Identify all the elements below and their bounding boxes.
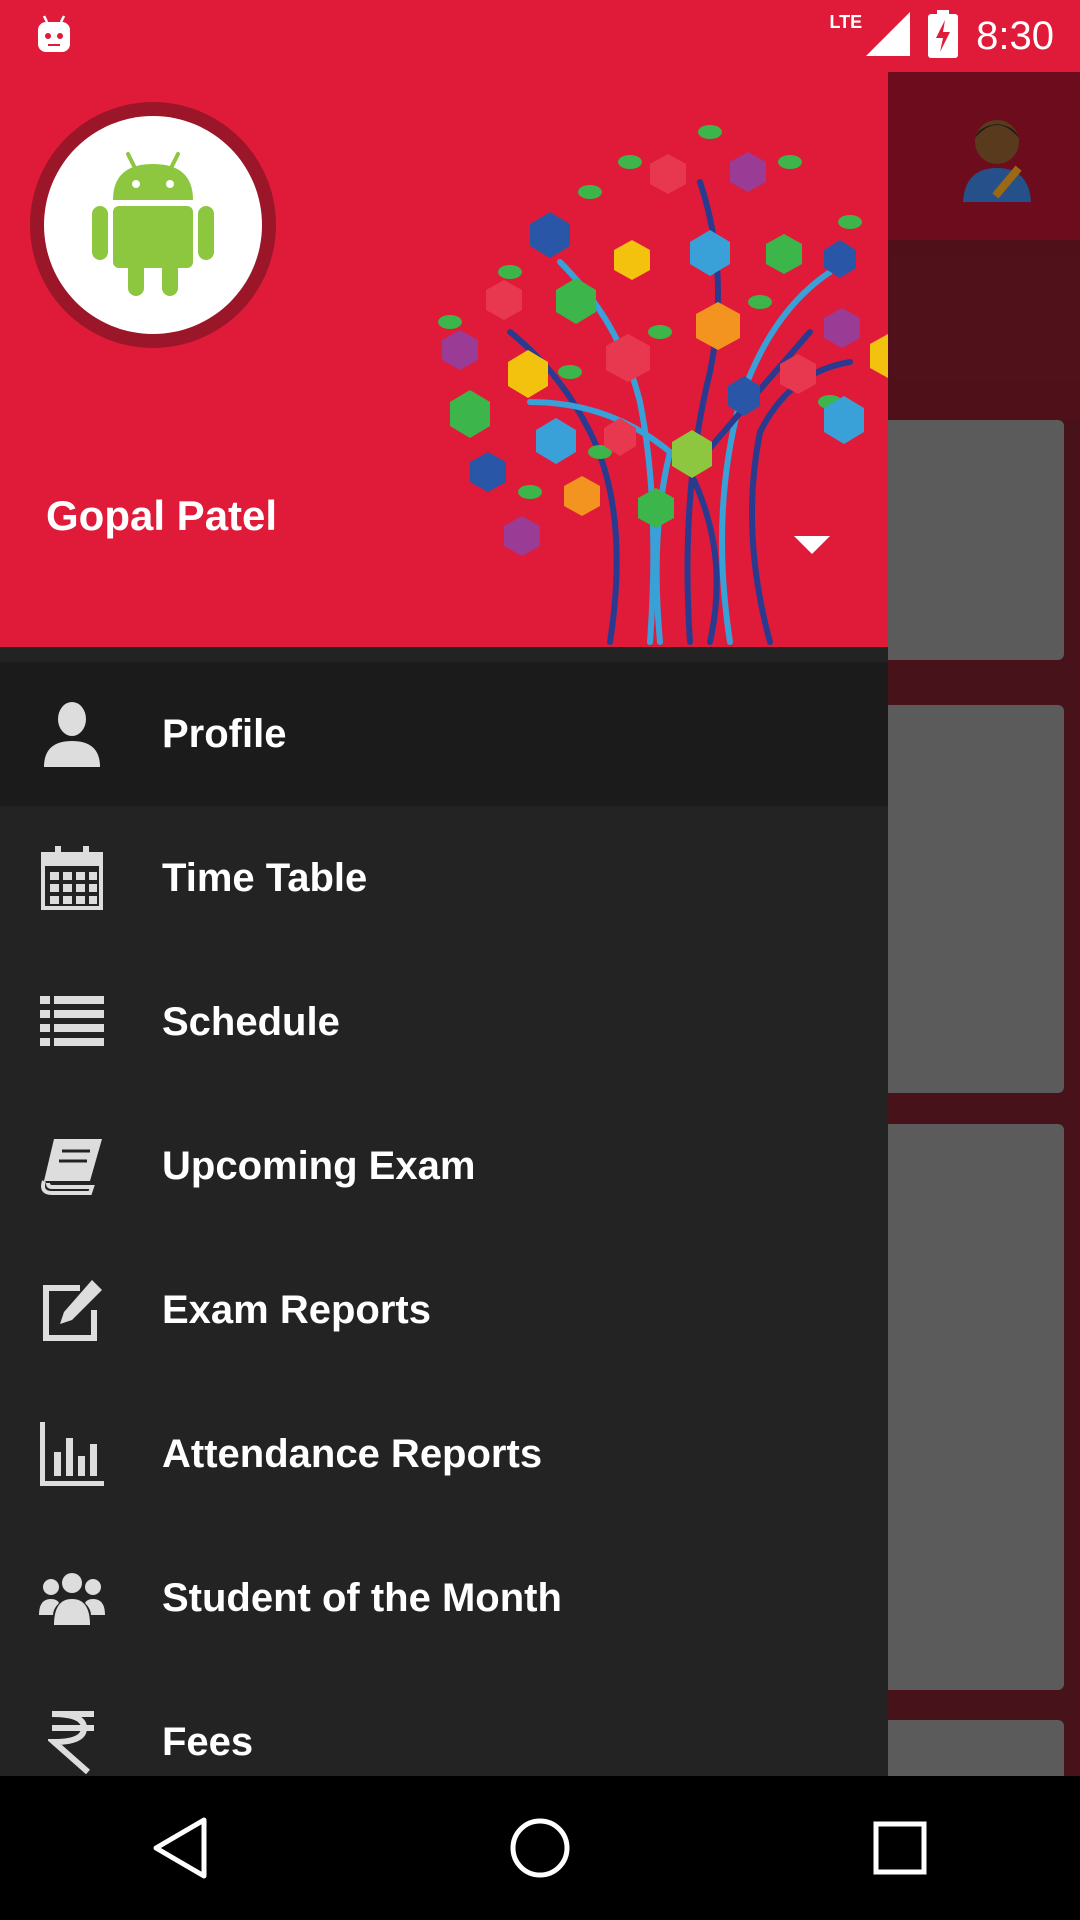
user-name: Gopal Patel [46,492,278,539]
person-icon [36,698,108,770]
home-button[interactable] [480,1788,600,1908]
recents-square-icon [873,1821,927,1875]
back-triangle-icon [153,1817,207,1879]
menu-item-attendance-reports[interactable]: Attendance Reports [0,1382,888,1526]
menu-item-fees[interactable]: Fees [0,1670,888,1776]
account-dropdown-icon[interactable] [792,534,832,563]
edit-icon [36,1274,108,1346]
android-logo-icon [92,152,214,296]
drawer-menu: Profile Time Table Schedule Upcoming Exa… [0,662,888,1776]
calendar-icon [36,842,108,914]
menu-label: Profile [162,711,287,756]
menu-item-exam-reports[interactable]: Exam Reports [0,1238,888,1382]
menu-label: Upcoming Exam [162,1143,476,1188]
home-circle-icon [510,1818,570,1878]
menu-item-profile[interactable]: Profile [0,662,888,806]
menu-item-schedule[interactable]: Schedule [0,950,888,1094]
profile-avatar[interactable] [30,102,276,348]
status-bar: LTE 8:30 [0,0,1080,72]
menu-item-time-table[interactable]: Time Table [0,806,888,950]
menu-label: Fees [162,1719,254,1764]
bar-chart-icon [36,1418,108,1490]
menu-label: Exam Reports [162,1287,431,1332]
android-notification-icon [36,14,72,59]
signal-icon [866,11,911,61]
menu-item-student-of-the-month[interactable]: Student of the Month [0,1526,888,1670]
menu-label: Attendance Reports [162,1431,543,1476]
group-icon [36,1562,108,1634]
battery-charging-icon [928,9,959,63]
back-button[interactable] [120,1788,240,1908]
system-navigation-bar [0,1776,1080,1920]
menu-label: Schedule [162,999,340,1044]
menu-item-upcoming-exam[interactable]: Upcoming Exam [0,1094,888,1238]
recents-button[interactable] [840,1788,960,1908]
menu-label: Time Table [162,855,368,900]
lte-label: LTE [829,11,863,32]
rupee-icon [36,1706,108,1776]
drawer-scrim[interactable] [888,72,1080,1776]
book-icon [36,1130,108,1202]
list-icon [36,986,108,1058]
drawer-header: Gopal Patel [0,72,888,647]
menu-label: Student of the Month [162,1575,562,1620]
status-time: 8:30 [976,13,1054,58]
navigation-drawer: Gopal Patel Profile Time Table Schedule … [0,72,888,1776]
